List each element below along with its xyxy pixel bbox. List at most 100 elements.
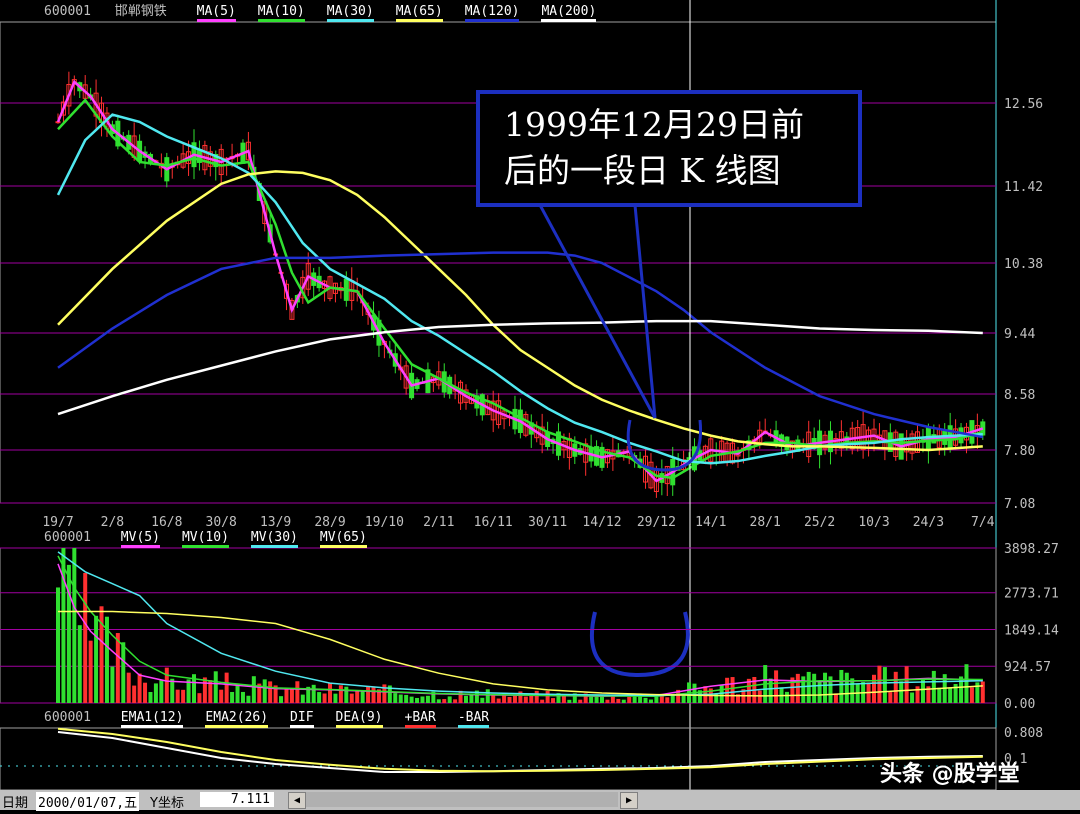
volume-bar-94	[567, 699, 572, 703]
volume-bar-64	[404, 694, 409, 703]
volume-bar-145	[844, 672, 849, 703]
callout-line-2: 后的一段日 K 线图	[504, 151, 781, 190]
volume-bar-134	[784, 691, 789, 703]
volume-bar-104	[621, 699, 626, 703]
volume-bar-45	[300, 694, 305, 703]
volume-bar-168	[969, 687, 974, 703]
volume-bar-56	[360, 690, 365, 703]
status-coord-value: 7.111	[200, 792, 274, 807]
volume-bar-78	[480, 697, 485, 703]
date-tick-label-12: 14/1	[695, 515, 726, 530]
price-legend-0: MA(5)	[196, 4, 236, 22]
volume-bar-132	[774, 670, 779, 703]
volume-bar-48	[317, 692, 322, 703]
price-legend-3: MA(65)	[395, 4, 443, 22]
volume-bar-65	[409, 696, 414, 703]
volume-bar-131	[768, 678, 773, 703]
macd-code: 600001	[44, 710, 91, 725]
volume-bar-63	[398, 694, 403, 703]
macd-series-line-1	[57, 727, 983, 773]
volume-bar-136	[795, 673, 800, 703]
volume-bar-129	[757, 690, 762, 703]
date-tick-label-8: 16/11	[474, 515, 513, 530]
volume-bar-10	[110, 666, 115, 703]
volume-bar-84	[512, 694, 517, 703]
volume-bar-70	[436, 699, 441, 703]
macd-tick-label-0: 0.808	[1004, 726, 1043, 741]
volume-bar-109	[648, 699, 653, 703]
price-tick-label-0: 12.56	[1004, 97, 1043, 112]
price-tick-label-4: 8.58	[1004, 388, 1035, 403]
price-panel-header: 600001 邯郸钢铁 MA(5) MA(10) MA(30) MA(65) MA(12…	[44, 0, 597, 22]
volume-bar-89	[540, 699, 545, 703]
volume-legend-3: MV(65)	[319, 530, 367, 548]
volume-bar-52	[338, 685, 343, 703]
volume-bar-12	[121, 642, 126, 703]
scroll-right-button[interactable]: ▶	[620, 792, 638, 809]
volume-bar-44	[295, 681, 300, 703]
volume-bar-90	[545, 691, 550, 703]
volume-bar-96	[578, 699, 583, 703]
volume-bar-83	[507, 696, 512, 703]
volume-bar-5	[83, 572, 88, 703]
scroll-left-button[interactable]: ◀	[288, 792, 306, 809]
volume-bar-108	[643, 697, 648, 703]
volume-bar-158	[915, 686, 920, 703]
price-tick-label-5: 7.80	[1004, 444, 1035, 459]
price-tick-label-1: 11.42	[1004, 180, 1043, 195]
volume-bar-20	[164, 667, 169, 703]
volume-bar-4	[77, 625, 82, 703]
volume-bar-113	[670, 695, 675, 703]
volume-series-line-2	[57, 551, 983, 697]
date-tick-label-15: 10/3	[858, 515, 889, 530]
volume-bar-154	[893, 671, 898, 703]
volume-tick-label-0: 3898.27	[1004, 542, 1059, 557]
date-tick-label-2: 16/8	[151, 515, 182, 530]
volume-bar-34	[240, 691, 245, 703]
volume-bar-18	[153, 683, 158, 703]
volume-bar-122	[719, 685, 724, 703]
volume-bar-19	[159, 680, 164, 703]
volume-bar-141	[823, 672, 828, 703]
volume-bar-91	[551, 698, 556, 703]
volume-bar-71	[442, 699, 447, 703]
volume-bar-79	[485, 689, 490, 703]
price-tick-label-3: 9.44	[1004, 327, 1035, 342]
volume-bar-98	[589, 696, 594, 703]
horizontal-scrollbar-track[interactable]	[306, 792, 618, 807]
volume-bar-0	[56, 587, 60, 703]
volume-bar-153	[888, 692, 893, 703]
volume-bar-139	[812, 673, 817, 703]
volume-bar-57	[366, 686, 371, 703]
volume-bar-54	[349, 693, 354, 703]
volume-bar-17	[148, 691, 153, 703]
macd-legend-5: -BAR	[457, 710, 490, 728]
date-tick-label-7: 2/11	[423, 515, 454, 530]
volume-tick-label-1: 2773.71	[1004, 587, 1059, 602]
highlight-arc-volume	[589, 611, 690, 678]
volume-bar-66	[415, 697, 420, 703]
volume-bar-67	[420, 696, 425, 703]
volume-tick-label-2: 1849.14	[1004, 623, 1059, 638]
volume-bar-103	[616, 698, 621, 703]
volume-bar-170	[980, 681, 985, 703]
stock-name: 邯郸钢铁	[114, 4, 167, 19]
volume-bar-26	[197, 693, 202, 703]
volume-bar-43	[289, 688, 294, 703]
chart-stage: 12.56 11.42 10.38 9.44 8.58 7.80 7.08 19/7 2/8 16…	[0, 0, 1080, 811]
volume-bar-162	[937, 687, 942, 703]
volume-series-line-1	[57, 555, 983, 697]
volume-bar-6	[88, 640, 93, 703]
volume-bar-58	[371, 686, 376, 703]
volume-tick-label-3: 924.57	[1004, 660, 1051, 675]
volume-bar-68	[425, 695, 430, 703]
date-tick-label-11: 29/12	[637, 515, 676, 530]
volume-bar-72	[447, 696, 452, 703]
macd-legend-4: +BAR	[404, 710, 436, 728]
volume-bar-150	[872, 674, 876, 703]
volume-bar-8	[99, 606, 104, 703]
volume-bar-138	[806, 671, 811, 703]
volume-panel-header: 600001 MV(5) MV(10) MV(30) MV(65)	[44, 530, 367, 548]
date-tick-label-5: 28/9	[314, 515, 345, 530]
volume-bar-156	[904, 666, 909, 703]
